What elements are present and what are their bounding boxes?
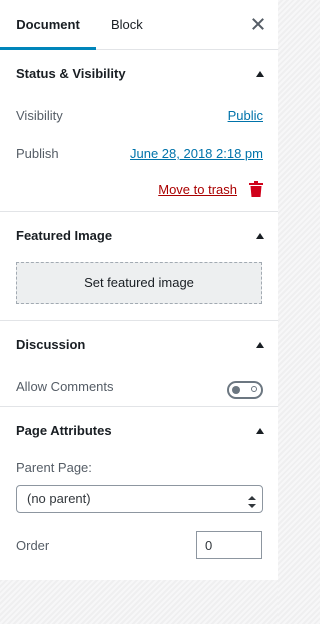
panel-title: Status & Visibility (16, 66, 126, 81)
sidebar-tabs: Document Block (0, 0, 278, 50)
close-icon[interactable] (250, 16, 266, 32)
discussion-header[interactable]: Discussion (0, 321, 278, 369)
panel-title: Discussion (16, 337, 86, 352)
publish-label: Publish (16, 146, 59, 161)
order-label: Order (16, 538, 50, 553)
chevron-up-icon (256, 428, 264, 434)
move-to-trash-link[interactable]: Move to trash (158, 182, 237, 197)
featured-image-panel: Featured Image Set featured image (0, 212, 278, 321)
featured-image-header[interactable]: Featured Image (0, 212, 278, 260)
chevron-up-icon (256, 71, 264, 77)
order-input[interactable] (196, 531, 262, 559)
discussion-panel: Discussion Allow Comments (0, 321, 278, 407)
page-attributes-header[interactable]: Page Attributes (0, 407, 278, 455)
chevron-up-icon (256, 233, 264, 239)
page-attributes-panel: Page Attributes Parent Page: (no parent)… (0, 407, 278, 575)
visibility-link[interactable]: Public (228, 108, 263, 123)
visibility-row: Visibility Public (0, 98, 278, 136)
parent-page-label: Parent Page: (16, 460, 92, 475)
toggle-off-indicator (251, 386, 257, 392)
order-row: Order (0, 521, 278, 575)
trash-row: Move to trash (0, 174, 278, 212)
toggle-knob (232, 386, 240, 394)
parent-page-value: (no parent) (27, 491, 91, 506)
panel-title: Page Attributes (16, 423, 112, 438)
allow-comments-row: Allow Comments (0, 369, 278, 407)
status-visibility-panel: Status & Visibility Visibility Public Pu… (0, 50, 278, 212)
trash-icon[interactable] (249, 181, 263, 197)
visibility-label: Visibility (16, 108, 63, 123)
tab-document[interactable]: Document (0, 0, 96, 50)
publish-row: Publish June 28, 2018 2:18 pm (0, 136, 278, 174)
status-visibility-header[interactable]: Status & Visibility (0, 50, 278, 98)
document-settings-sidebar: Document Block Status & Visibility Visib… (0, 0, 278, 580)
select-arrows-icon (248, 492, 256, 508)
set-featured-image-button[interactable]: Set featured image (16, 262, 262, 304)
parent-page-select[interactable]: (no parent) (16, 485, 263, 513)
chevron-up-icon (256, 342, 264, 348)
allow-comments-toggle[interactable] (227, 381, 263, 399)
tab-block[interactable]: Block (111, 0, 143, 50)
panel-title: Featured Image (16, 228, 113, 243)
publish-date-link[interactable]: June 28, 2018 2:18 pm (130, 146, 263, 161)
allow-comments-label: Allow Comments (16, 379, 114, 394)
